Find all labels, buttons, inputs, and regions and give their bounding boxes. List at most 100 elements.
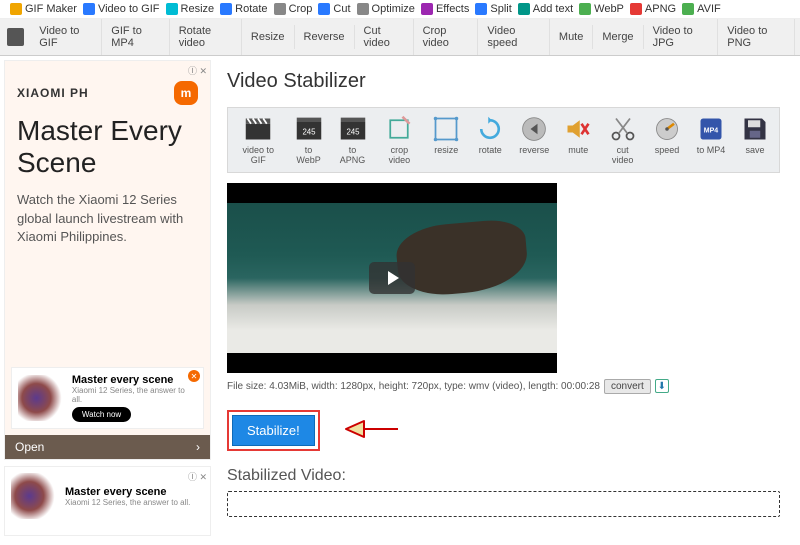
stabilize-button[interactable]: Stabilize! bbox=[232, 415, 315, 446]
topnav-label: AVIF bbox=[697, 3, 721, 15]
tool-crop-video[interactable]: crop video bbox=[375, 112, 425, 168]
tool-label: cut video bbox=[606, 146, 639, 166]
topnav-rotate[interactable]: Rotate bbox=[220, 3, 267, 15]
topnav-video-to-gif[interactable]: Video to GIF bbox=[83, 3, 160, 15]
ad-sub-title: Master every scene bbox=[72, 374, 197, 386]
subnav-video-speed[interactable]: Video speed bbox=[478, 19, 550, 55]
topnav-optimize[interactable]: Optimize bbox=[357, 3, 415, 15]
sub-nav: Video to GIF GIF to MP4 Rotate video Res… bbox=[0, 19, 800, 56]
tool-label: crop video bbox=[381, 146, 419, 166]
xiaomi-logo-icon: m bbox=[174, 81, 198, 105]
topnav-add-text[interactable]: Add text bbox=[518, 3, 573, 15]
ad-brand-text: XIAOMI PH bbox=[17, 86, 89, 100]
tool-to-apng[interactable]: 245 to APNG bbox=[331, 112, 375, 168]
ad-watch-now-button[interactable]: Watch now bbox=[72, 407, 131, 422]
save-icon bbox=[740, 114, 770, 144]
convert-button[interactable]: convert bbox=[604, 379, 651, 394]
subnav-cut-video[interactable]: Cut video bbox=[355, 19, 414, 55]
resize-tool-icon bbox=[431, 114, 461, 144]
subnav-video-to-png[interactable]: Video to PNG bbox=[718, 19, 795, 55]
ad-sub-text: Xiaomi 12 Series, the answer to all. bbox=[72, 386, 197, 404]
tool-resize[interactable]: resize bbox=[424, 112, 468, 168]
apng-icon bbox=[630, 3, 642, 15]
topnav-label: Cut bbox=[333, 3, 350, 15]
top-nav: GIF Maker Video to GIF Resize Rotate Cro… bbox=[0, 0, 800, 19]
ad-open-label: Open bbox=[15, 440, 44, 454]
subnav-mute[interactable]: Mute bbox=[550, 25, 593, 49]
crop-tool-icon bbox=[384, 114, 414, 144]
tool-reverse[interactable]: reverse bbox=[512, 112, 556, 168]
tool-save[interactable]: save bbox=[733, 112, 777, 168]
result-section-title: Stabilized Video: bbox=[227, 467, 780, 485]
tool-cut-video[interactable]: cut video bbox=[600, 112, 645, 168]
avif-icon bbox=[682, 3, 694, 15]
subnav-video-to-gif[interactable]: Video to GIF bbox=[30, 19, 102, 55]
topnav-label: Effects bbox=[436, 3, 469, 15]
mute-tool-icon bbox=[563, 114, 593, 144]
subnav-crop-video[interactable]: Crop video bbox=[414, 19, 479, 55]
ad-sub-card[interactable]: ✕ Master every scene Xiaomi 12 Series, t… bbox=[11, 367, 204, 429]
topnav-crop[interactable]: Crop bbox=[274, 3, 313, 15]
rotate-icon bbox=[220, 3, 232, 15]
topnav-label: GIF Maker bbox=[25, 3, 77, 15]
topnav-apng[interactable]: APNG bbox=[630, 3, 676, 15]
play-button[interactable] bbox=[369, 262, 415, 294]
topnav-label: WebP bbox=[594, 3, 624, 15]
effects-icon bbox=[421, 3, 433, 15]
tool-speed[interactable]: speed bbox=[645, 112, 689, 168]
ad-headline: Master Every Scene bbox=[17, 115, 198, 179]
subnav-video-to-jpg[interactable]: Video to JPG bbox=[644, 19, 719, 55]
ad-thumb-icon bbox=[18, 375, 64, 421]
ad-xiaomi[interactable]: Ⓘ ✕ XIAOMI PH m Master Every Scene Watch… bbox=[4, 60, 211, 460]
main-content: Video Stabilizer video to GIF 245to WebP… bbox=[215, 56, 800, 545]
topnav-gif-maker[interactable]: GIF Maker bbox=[10, 3, 77, 15]
webp-icon bbox=[579, 3, 591, 15]
subnav-reverse[interactable]: Reverse bbox=[295, 25, 355, 49]
ad-close-icon[interactable]: Ⓘ ✕ bbox=[188, 64, 207, 77]
file-metadata: File size: 4.03MiB, width: 1280px, heigh… bbox=[227, 373, 780, 400]
svg-text:245: 245 bbox=[346, 127, 360, 136]
tool-rotate[interactable]: rotate bbox=[468, 112, 512, 168]
topnav-split[interactable]: Split bbox=[475, 3, 511, 15]
topnav-avif[interactable]: AVIF bbox=[682, 3, 721, 15]
ad-xiaomi-small[interactable]: Ⓘ ✕ Master every scene Xiaomi 12 Series,… bbox=[4, 466, 211, 536]
subnav-merge[interactable]: Merge bbox=[593, 25, 643, 49]
tool-label: to APNG bbox=[337, 146, 369, 166]
subnav-resize[interactable]: Resize bbox=[242, 25, 295, 49]
tool-to-webp[interactable]: 245to WebP bbox=[287, 112, 331, 168]
optimize-icon bbox=[357, 3, 369, 15]
reverse-tool-icon bbox=[519, 114, 549, 144]
tool-label: speed bbox=[655, 146, 680, 156]
svg-text:MP4: MP4 bbox=[704, 128, 719, 135]
tool-label: resize bbox=[434, 146, 458, 156]
tool-label: mute bbox=[568, 146, 588, 156]
tool-mute[interactable]: mute bbox=[556, 112, 600, 168]
topnav-effects[interactable]: Effects bbox=[421, 3, 469, 15]
highlight-annotation: Stabilize! bbox=[227, 410, 320, 451]
meta-text: File size: 4.03MiB, width: 1280px, heigh… bbox=[227, 381, 600, 392]
topnav-label: APNG bbox=[645, 3, 676, 15]
ad-open-button[interactable]: Open › bbox=[5, 435, 210, 459]
subnav-gif-to-mp4[interactable]: GIF to MP4 bbox=[102, 19, 169, 55]
video-preview[interactable] bbox=[227, 183, 557, 373]
topnav-label: Split bbox=[490, 3, 511, 15]
topnav-label: Rotate bbox=[235, 3, 267, 15]
ad2-title: Master every scene bbox=[65, 486, 190, 498]
ad-close-icon[interactable]: Ⓘ ✕ bbox=[188, 470, 207, 483]
tool-to-mp4[interactable]: MP4to MP4 bbox=[689, 112, 733, 168]
topnav-resize[interactable]: Resize bbox=[166, 3, 215, 15]
crop-icon bbox=[274, 3, 286, 15]
topnav-webp[interactable]: WebP bbox=[579, 3, 624, 15]
topnav-cut[interactable]: Cut bbox=[318, 3, 350, 15]
ad-sub-close-icon[interactable]: ✕ bbox=[188, 370, 200, 382]
topnav-label: Add text bbox=[533, 3, 573, 15]
play-icon bbox=[388, 271, 399, 285]
rotate-tool-icon bbox=[475, 114, 505, 144]
text-icon bbox=[518, 3, 530, 15]
svg-text:245: 245 bbox=[302, 127, 316, 136]
tool-video-to-gif[interactable]: video to GIF bbox=[230, 112, 287, 168]
subnav-rotate-video[interactable]: Rotate video bbox=[170, 19, 242, 55]
download-icon[interactable]: ⬇ bbox=[655, 379, 669, 393]
topnav-label: Video to GIF bbox=[98, 3, 160, 15]
topnav-label: Crop bbox=[289, 3, 313, 15]
